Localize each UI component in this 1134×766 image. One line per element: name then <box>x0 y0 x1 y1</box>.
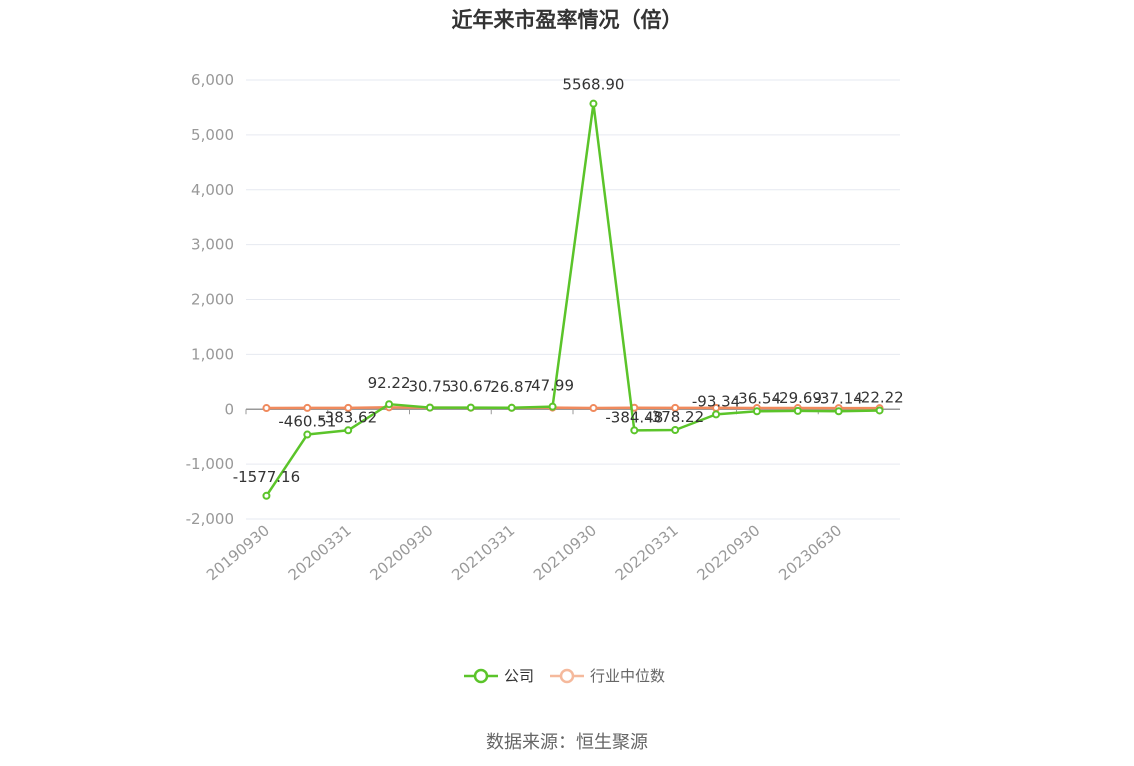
y-tick-label: 6,000 <box>191 71 234 89</box>
grid-lines <box>246 79 900 520</box>
x-axis: 20190930 20200331 20200930 20210331 20210930… <box>203 409 845 584</box>
legend-marker <box>473 668 489 684</box>
y-tick-label: 4,000 <box>191 181 234 199</box>
y-tick-label: -1,000 <box>186 455 234 473</box>
legend-label: 行业中位数 <box>590 667 665 685</box>
data-point <box>385 400 394 409</box>
data-label: 47.99 <box>531 377 574 395</box>
x-tick-label: 20200930 <box>366 521 436 584</box>
data-label: 30.67 <box>449 378 492 396</box>
data-point <box>671 426 680 435</box>
data-label: 92.22 <box>368 374 411 392</box>
x-tick-label: 20210331 <box>448 521 518 584</box>
legend-industry-median[interactable]: 行业中位数 <box>550 667 665 685</box>
data-label: -383.62 <box>319 408 377 426</box>
data-point <box>303 430 312 439</box>
data-labels: -1577.16-460.51-383.6292.2230.7530.6726.… <box>233 76 904 486</box>
data-point <box>589 404 598 413</box>
data-point <box>507 403 516 412</box>
data-point <box>834 407 843 416</box>
y-tick-label: 3,000 <box>191 236 234 254</box>
pe-line-chart: -2,000 -1,000 0 1,000 2,000 3,000 4,000 5,000 6,… <box>186 71 904 685</box>
y-tick-label: -2,000 <box>186 510 234 528</box>
data-point <box>466 403 475 412</box>
x-tick-label: 20200331 <box>285 521 355 584</box>
data-point <box>344 426 353 435</box>
y-tick-label: 5,000 <box>191 126 234 144</box>
data-label: 5568.90 <box>562 76 624 94</box>
data-point <box>630 426 639 435</box>
data-point <box>425 403 434 412</box>
legend-company[interactable]: 公司 <box>464 667 534 685</box>
legend-label: 公司 <box>504 667 534 685</box>
data-label: -378.22 <box>646 408 704 426</box>
data-label: -1577.16 <box>233 468 300 486</box>
y-tick-label: 1,000 <box>191 345 234 363</box>
x-tick-label: 20210930 <box>530 521 600 584</box>
data-label: 30.75 <box>408 378 451 396</box>
legend[interactable]: 公司 行业中位数 <box>464 667 665 685</box>
y-tick-label: 0 <box>224 400 234 418</box>
x-tick-label: 20230630 <box>775 521 845 584</box>
data-point <box>303 403 312 412</box>
legend-marker <box>559 668 575 684</box>
data-point <box>589 99 598 108</box>
data-point <box>262 491 271 500</box>
data-point <box>793 406 802 415</box>
x-tick-label: 20220331 <box>612 521 682 584</box>
data-label: 26.87 <box>490 378 533 396</box>
data-label: -22.22 <box>855 388 903 406</box>
y-axis-tick-labels: -2,000 -1,000 0 1,000 2,000 3,000 4,000 5,000 6,… <box>186 71 234 528</box>
x-tick-label: 20190930 <box>203 521 273 584</box>
data-point <box>712 410 721 419</box>
data-point <box>752 407 761 416</box>
y-tick-label: 2,000 <box>191 291 234 309</box>
x-tick-label: 20220930 <box>693 521 763 584</box>
data-point <box>262 404 271 413</box>
data-point <box>548 402 557 411</box>
source-note: 数据来源：恒生聚源 <box>486 732 648 753</box>
data-point <box>875 406 884 415</box>
